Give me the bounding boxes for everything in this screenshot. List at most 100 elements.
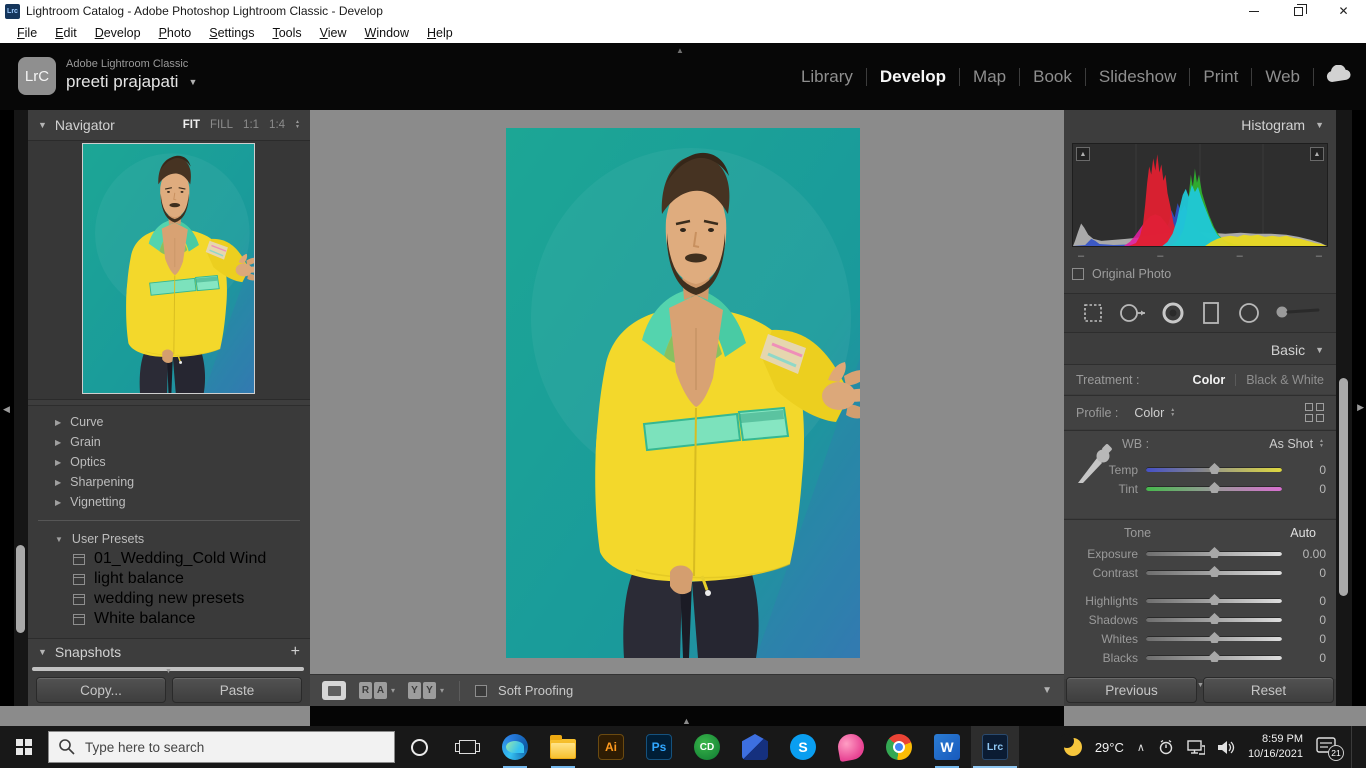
contrast-slider-thumb[interactable] bbox=[1209, 566, 1220, 577]
left-scrollbar[interactable] bbox=[14, 110, 28, 706]
volume-icon[interactable] bbox=[1217, 740, 1235, 755]
auto-tone-button[interactable]: Auto bbox=[1282, 525, 1324, 541]
taskbar-file-explorer[interactable] bbox=[539, 726, 587, 768]
start-button[interactable] bbox=[0, 726, 48, 768]
highlights-slider[interactable] bbox=[1146, 594, 1282, 605]
weather-moon-icon[interactable] bbox=[1059, 734, 1082, 756]
restore-button[interactable] bbox=[1276, 0, 1321, 22]
section-curve[interactable]: ▶ Curve bbox=[28, 412, 310, 432]
module-web[interactable]: Web bbox=[1252, 67, 1313, 87]
taskbar-search[interactable] bbox=[48, 731, 395, 763]
preset-item[interactable]: White balance bbox=[28, 609, 310, 629]
cortana-button[interactable] bbox=[395, 726, 443, 768]
highlight-clipping-indicator[interactable]: ▲ bbox=[1310, 147, 1324, 161]
show-desktop-button[interactable] bbox=[1351, 726, 1356, 768]
network-icon[interactable] bbox=[1187, 739, 1205, 755]
contrast-slider[interactable] bbox=[1146, 566, 1282, 577]
identity-plate[interactable]: preeti prajapati ▼ bbox=[66, 72, 197, 92]
triangle-down-small-icon[interactable]: ▾ bbox=[391, 686, 395, 695]
zoom-1-1[interactable]: 1:1 bbox=[243, 119, 259, 131]
highlights-slider-thumb[interactable] bbox=[1209, 594, 1220, 605]
histogram[interactable]: ▲ ▲ bbox=[1072, 143, 1328, 247]
wb-select[interactable]: As Shot ▲ ▼ bbox=[1269, 437, 1324, 451]
basic-panel-header[interactable]: Basic ▼ bbox=[1064, 336, 1336, 364]
menu-photo[interactable]: Photo bbox=[150, 24, 201, 42]
taskbar-clock[interactable]: 8:59 PM 10/16/2021 bbox=[1248, 732, 1303, 762]
toolbar-options-arrow[interactable]: ▼ bbox=[1042, 685, 1052, 696]
navigator-header[interactable]: ▼ Navigator FIT FILL 1:1 1:4 ▲ ▼ bbox=[28, 110, 310, 140]
taskbar-blue-app[interactable] bbox=[731, 726, 779, 768]
tray-chevron-up-icon[interactable]: ∧ bbox=[1137, 741, 1145, 754]
paste-button[interactable]: Paste bbox=[172, 677, 302, 703]
left-panel-collapse-arrow[interactable]: ◀ bbox=[3, 404, 10, 415]
treatment-bw-option[interactable]: Black & White bbox=[1246, 373, 1324, 387]
menu-file[interactable]: File bbox=[8, 24, 46, 42]
collapse-top-handle[interactable]: ▲ bbox=[676, 46, 684, 55]
shadows-slider-thumb[interactable] bbox=[1209, 613, 1220, 624]
right-scrollbar-thumb[interactable] bbox=[1339, 378, 1348, 596]
right-panel-collapse-arrow[interactable]: ▶ bbox=[1357, 402, 1364, 413]
before-after-buttons[interactable]: Y Y ▾ bbox=[408, 682, 444, 699]
spot-removal-tool-icon[interactable] bbox=[1118, 300, 1148, 326]
panel-resize-caret[interactable]: ▼ bbox=[165, 668, 172, 675]
menu-develop[interactable]: Develop bbox=[86, 24, 150, 42]
weather-temperature[interactable]: 29°C bbox=[1095, 740, 1124, 755]
zoom-spinner-icon[interactable]: ▲ ▼ bbox=[295, 120, 300, 130]
section-optics[interactable]: ▶ Optics bbox=[28, 452, 310, 472]
blacks-slider[interactable] bbox=[1146, 651, 1282, 662]
original-photo-checkbox[interactable] bbox=[1072, 268, 1084, 280]
before-after-y2[interactable]: Y bbox=[423, 682, 437, 699]
zoom-fill[interactable]: FILL bbox=[210, 119, 233, 131]
taskbar-illustrator[interactable]: Ai bbox=[587, 726, 635, 768]
reference-view-r[interactable]: R bbox=[359, 682, 372, 699]
module-slideshow[interactable]: Slideshow bbox=[1086, 67, 1190, 87]
menu-window[interactable]: Window bbox=[356, 24, 418, 42]
menu-view[interactable]: View bbox=[311, 24, 356, 42]
blacks-slider-thumb[interactable] bbox=[1209, 651, 1220, 662]
filmstrip-handle[interactable]: ▲ bbox=[682, 716, 692, 726]
section-sharpening[interactable]: ▶ Sharpening bbox=[28, 472, 310, 492]
wb-eyedropper-icon[interactable] bbox=[1074, 439, 1112, 485]
treatment-color-option[interactable]: Color bbox=[1193, 373, 1226, 387]
section-grain[interactable]: ▶ Grain bbox=[28, 432, 310, 452]
section-user-presets[interactable]: ▼ User Presets bbox=[28, 529, 310, 549]
copy-button[interactable]: Copy... bbox=[36, 677, 166, 703]
profile-browser-icon[interactable] bbox=[1305, 403, 1324, 422]
graduated-filter-tool-icon[interactable] bbox=[1198, 300, 1224, 326]
snapshots-header[interactable]: ▼ Snapshots + bbox=[28, 638, 310, 665]
module-develop[interactable]: Develop bbox=[867, 67, 959, 87]
temp-slider[interactable] bbox=[1146, 463, 1282, 474]
exposure-slider[interactable] bbox=[1146, 547, 1282, 558]
preset-item[interactable]: wedding new presets bbox=[28, 589, 310, 609]
reference-view-buttons[interactable]: R A ▾ bbox=[359, 682, 395, 699]
menu-settings[interactable]: Settings bbox=[200, 24, 263, 42]
previous-button[interactable]: Previous bbox=[1066, 677, 1197, 703]
search-input[interactable] bbox=[48, 731, 395, 763]
red-eye-tool-icon[interactable] bbox=[1160, 300, 1186, 326]
temp-slider-thumb[interactable] bbox=[1209, 463, 1220, 474]
tint-slider-thumb[interactable] bbox=[1209, 482, 1220, 493]
shadows-slider[interactable] bbox=[1146, 613, 1282, 624]
taskbar-chrome[interactable] bbox=[875, 726, 923, 768]
soft-proofing-checkbox[interactable] bbox=[475, 684, 488, 697]
taskbar-edge[interactable] bbox=[491, 726, 539, 768]
profile-select[interactable]: Color ▲ ▼ bbox=[1134, 406, 1175, 420]
reference-view-a[interactable]: A bbox=[374, 682, 387, 699]
reset-button[interactable]: Reset bbox=[1203, 677, 1334, 703]
minimize-button[interactable] bbox=[1231, 0, 1276, 22]
histogram-header[interactable]: Histogram ▼ bbox=[1064, 110, 1336, 140]
adjustment-brush-tool-icon[interactable] bbox=[1274, 300, 1320, 326]
taskbar-skype[interactable]: S bbox=[779, 726, 827, 768]
radial-filter-tool-icon[interactable] bbox=[1236, 300, 1262, 326]
close-button[interactable]: ✕ bbox=[1321, 0, 1366, 22]
module-library[interactable]: Library bbox=[788, 67, 866, 87]
preset-item[interactable]: light balance bbox=[28, 569, 310, 589]
module-print[interactable]: Print bbox=[1190, 67, 1251, 87]
menu-tools[interactable]: Tools bbox=[263, 24, 310, 42]
taskbar-photoshop[interactable]: Ps bbox=[635, 726, 683, 768]
navigator-thumbnail[interactable] bbox=[82, 143, 255, 394]
shadow-clipping-indicator[interactable]: ▲ bbox=[1076, 147, 1090, 161]
left-scrollbar-thumb[interactable] bbox=[16, 545, 25, 633]
tray-alarm-icon[interactable] bbox=[1158, 739, 1174, 755]
tint-slider[interactable] bbox=[1146, 482, 1282, 493]
